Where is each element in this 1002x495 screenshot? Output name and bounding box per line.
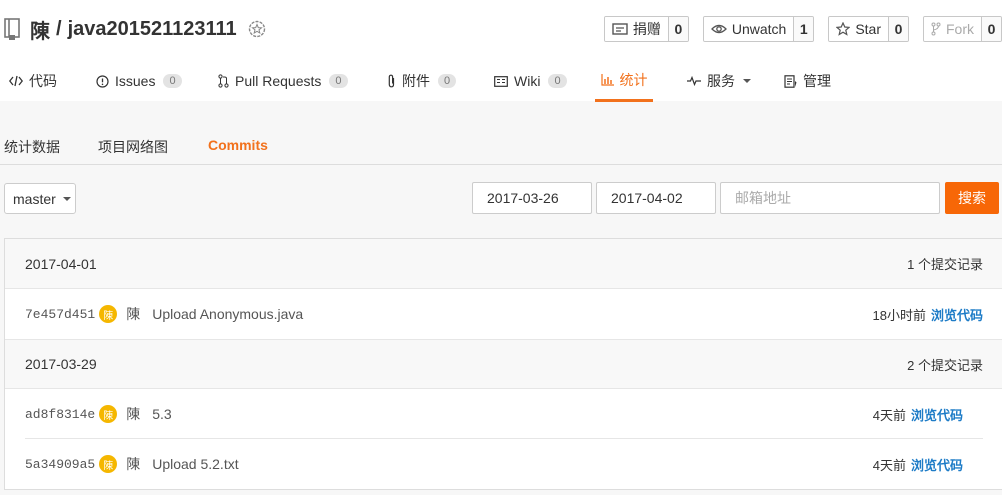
group-commit-count: 2 个提交记录 (907, 357, 983, 373)
subtab-statistics-data[interactable]: 统计数据 (4, 137, 60, 157)
commit-author-link[interactable]: 陳 (126, 304, 140, 324)
repo-separator: / (56, 17, 62, 40)
fork-label: Fork (946, 21, 974, 37)
commit-row: ad8f8314e 陳 陳 5.3 4天前 浏览代码 (5, 389, 983, 439)
tab-services-label: 服务 (707, 73, 735, 89)
pull-request-icon (218, 74, 229, 88)
commit-meta: 4天前 浏览代码 (873, 405, 963, 424)
star-count[interactable]: 0 (888, 17, 908, 41)
tab-code[interactable]: 代码 (9, 60, 57, 102)
group-commit-count: 1 个提交记录 (907, 257, 983, 272)
fork-icon (931, 22, 941, 36)
tab-wiki[interactable]: Wiki 0 (494, 60, 567, 102)
code-icon (9, 75, 23, 87)
branch-select[interactable]: master (4, 183, 76, 214)
end-date-input[interactable] (596, 182, 716, 214)
issue-icon (96, 74, 109, 88)
avatar[interactable]: 陳 (99, 405, 118, 423)
eye-icon (710, 24, 727, 34)
donate-count[interactable]: 0 (667, 17, 688, 41)
branch-label: master (13, 190, 56, 207)
commit-message-link[interactable]: 5.3 (152, 406, 171, 422)
commit-list: 2017-04-01 1 个提交记录 7e457d451 陳 陳 Upload … (4, 238, 1002, 490)
search-button[interactable]: 搜索 (945, 182, 999, 214)
star-button[interactable]: Star 0 (828, 16, 909, 42)
donate-label: 捐赠 (632, 21, 661, 37)
unwatch-button[interactable]: Unwatch 1 (702, 16, 815, 42)
commit-sha-link[interactable]: 7e457d451 (25, 307, 95, 322)
commit-meta: 18小时前 浏览代码 (873, 305, 983, 324)
chart-icon (600, 73, 614, 86)
email-input[interactable] (720, 182, 940, 214)
tab-pull-requests-label: Pull Requests (235, 73, 322, 89)
tab-manage-label: 管理 (803, 73, 831, 89)
commit-sha-link[interactable]: 5a34909a5 (25, 457, 95, 472)
tab-attachments[interactable]: 附件 0 (387, 60, 457, 102)
tab-attachments-label: 附件 (402, 73, 430, 89)
settings-icon (784, 74, 797, 88)
browse-code-link[interactable]: 浏览代码 (911, 455, 963, 474)
repo-header: 陳 / java201521123111 捐赠 0 Unwatch 1 Star… (0, 0, 1002, 102)
donate-icon (612, 23, 628, 35)
donate-button[interactable]: 捐赠 0 (603, 16, 689, 42)
commit-time: 18小时前 (872, 307, 926, 323)
repo-owner-link[interactable]: 陳 (30, 15, 50, 44)
tab-pull-requests[interactable]: Pull Requests 0 (218, 60, 348, 102)
repo-book-icon (4, 18, 20, 40)
repo-title: 陳 / java201521123111 (4, 14, 267, 44)
tab-pull-requests-count: 0 (329, 74, 348, 88)
subtab-commits[interactable]: Commits (208, 137, 268, 153)
tab-attachments-count: 0 (438, 74, 457, 88)
commit-row: 5a34909a5 陳 陳 Upload 5.2.txt 4天前 浏览代码 (5, 439, 983, 489)
repo-actions: 捐赠 0 Unwatch 1 Star 0 Fork 0 (603, 16, 1002, 42)
commit-sha-link[interactable]: ad8f8314e (25, 407, 95, 422)
unwatch-label: Unwatch (731, 21, 787, 37)
recommended-badge-icon (248, 20, 265, 38)
commit-meta: 4天前 浏览代码 (873, 455, 963, 474)
browse-code-link[interactable]: 浏览代码 (931, 305, 983, 324)
pulse-icon (687, 76, 701, 86)
commit-message-link[interactable]: Upload 5.2.txt (152, 456, 238, 472)
tab-statistics-label: 统计 (619, 71, 648, 88)
tab-issues-count: 0 (163, 74, 182, 88)
fork-count[interactable]: 0 (981, 17, 1001, 41)
group-date: 2017-03-29 (25, 356, 97, 372)
group-date: 2017-04-01 (25, 255, 97, 272)
repo-name-link[interactable]: java201521123111 (68, 18, 237, 41)
commit-author-link[interactable]: 陳 (126, 454, 140, 474)
commit-group-header: 2017-04-01 1 个提交记录 (5, 239, 1002, 289)
statistics-subnav: 统计数据 项目网络图 Commits (0, 101, 1002, 165)
commit-message-link[interactable]: Upload Anonymous.java (152, 306, 303, 322)
tab-issues-label: Issues (115, 73, 156, 89)
tab-issues[interactable]: Issues 0 (96, 60, 182, 102)
star-label: Star (855, 21, 881, 37)
commit-time: 4天前 (872, 457, 906, 473)
wiki-icon (494, 75, 508, 87)
tab-statistics[interactable]: 统计 (595, 60, 653, 102)
browse-code-link[interactable]: 浏览代码 (911, 405, 963, 424)
paperclip-icon (388, 74, 395, 88)
commit-row: 7e457d451 陳 陳 Upload Anonymous.java 18小时… (5, 289, 1002, 339)
star-icon (836, 22, 851, 36)
tab-services[interactable]: 服务 (687, 60, 751, 102)
fork-button[interactable]: Fork 0 (923, 16, 1002, 42)
avatar[interactable]: 陳 (99, 455, 118, 473)
tab-manage[interactable]: 管理 (784, 60, 831, 102)
chevron-down-icon (62, 196, 71, 201)
chevron-down-icon (743, 79, 751, 83)
avatar[interactable]: 陳 (99, 305, 118, 323)
start-date-input[interactable] (472, 182, 592, 214)
tab-wiki-count: 0 (548, 74, 567, 88)
tab-code-label: 代码 (29, 73, 57, 89)
commit-author-link[interactable]: 陳 (126, 404, 140, 424)
commit-time: 4天前 (872, 407, 906, 423)
commit-group-header: 2017-03-29 2 个提交记录 (5, 339, 1002, 389)
subtab-network-graph[interactable]: 项目网络图 (98, 137, 168, 157)
watch-count[interactable]: 1 (793, 17, 814, 41)
tab-wiki-label: Wiki (514, 73, 541, 89)
